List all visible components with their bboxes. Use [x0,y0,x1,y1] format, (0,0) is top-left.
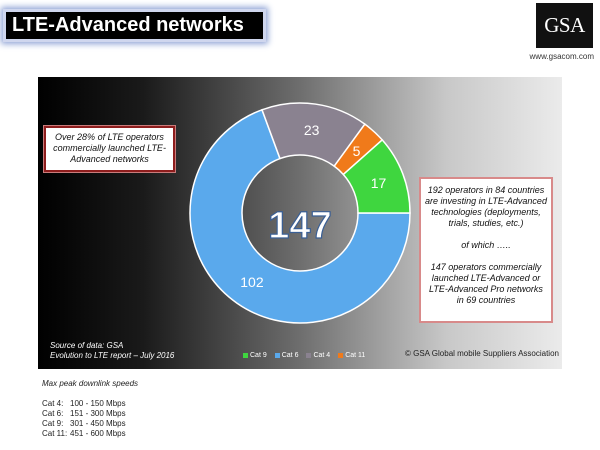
source-line-1: Source of data: GSA [50,341,124,350]
notes-title: Max peak downlink speeds [42,379,139,388]
callout-right-text-2: of which ….. [461,240,511,250]
source-line-2: Evolution to LTE report – July 2016 [50,351,175,360]
legend-swatch [306,353,312,358]
legend-swatch [243,353,248,358]
speed-row: Cat 11: 451 - 600 Mbps [42,429,138,439]
speed-row: Cat 4: 100 - 150 Mbps [42,399,138,409]
speed-range: 451 - 600 Mbps [70,429,126,438]
legend-item: Cat 4 [306,352,330,359]
donut-data-label: 23 [304,122,320,138]
center-total-label: 147 [268,205,331,247]
source-note: Source of data: GSA Evolution to LTE rep… [50,341,174,361]
speed-cat: Cat 4: [42,399,64,408]
donut-data-label: 5 [353,143,361,159]
callout-left-text: Over 28% of LTE operators commercially l… [53,132,166,164]
chart-legend: Cat 9 Cat 6 Cat 4 Cat 11 [243,352,365,359]
speed-range: 301 - 450 Mbps [70,419,126,428]
legend-label: Cat 9 [250,352,267,359]
legend-item: Cat 9 [243,352,267,359]
callout-right-text-1: 192 operators in 84 countries are invest… [425,185,547,228]
speed-row: Cat 9: 301 - 450 Mbps [42,419,138,429]
donut-data-label: 17 [371,175,387,191]
speed-range: 100 - 150 Mbps [70,399,126,408]
callout-left: Over 28% of LTE operators commercially l… [44,126,175,172]
speed-row: Cat 6: 151 - 300 Mbps [42,409,138,419]
legend-item: Cat 11 [338,352,365,359]
speed-range: 151 - 300 Mbps [70,409,126,418]
copyright-text: © GSA Global mobile Suppliers Associatio… [405,349,559,358]
speed-cat: Cat 9: [42,419,64,428]
legend-swatch [338,353,344,358]
legend-label: Cat 11 [345,352,366,359]
legend-item: Cat 6 [274,352,299,359]
speed-notes: Max peak downlink speeds Cat 4: 100 - 15… [42,379,138,439]
legend-label: Cat 6 [281,352,299,359]
speed-cat: Cat 11: [42,429,68,438]
legend-swatch [274,353,280,358]
speed-cat: Cat 6: [42,409,64,418]
callout-right-text-3: 147 operators commercially launched LTE-… [429,262,543,305]
donut-data-label: 102 [240,274,264,290]
callout-right: 192 operators in 84 countries are invest… [419,177,553,323]
legend-label: Cat 4 [313,352,331,359]
